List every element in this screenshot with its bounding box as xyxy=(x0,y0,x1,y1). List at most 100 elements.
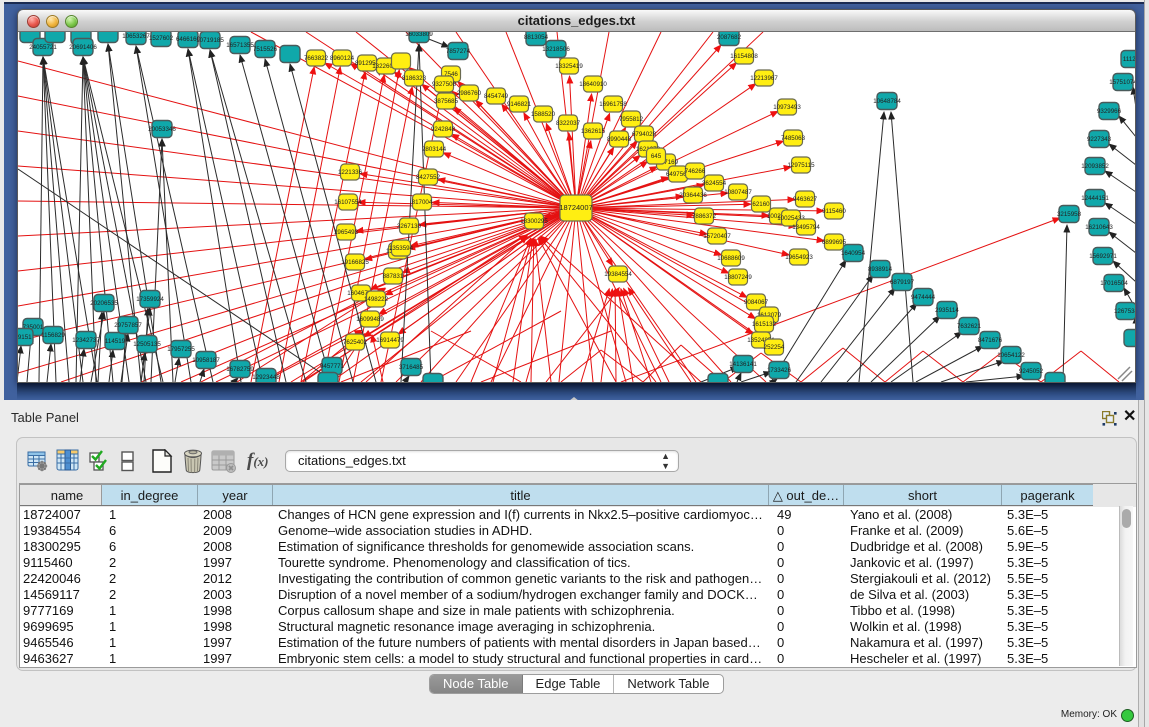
svg-text:10648784: 10648784 xyxy=(873,98,901,105)
svg-text:13218506: 13218506 xyxy=(542,46,570,53)
svg-text:15751074: 15751074 xyxy=(1109,79,1135,86)
svg-text:12505135: 12505135 xyxy=(133,341,161,348)
svg-text:114519: 114519 xyxy=(105,338,126,345)
svg-text:1588520: 1588520 xyxy=(531,111,556,118)
svg-text:7485063: 7485063 xyxy=(781,135,806,142)
svg-text:6879197: 6879197 xyxy=(890,279,915,286)
svg-text:3875685: 3875685 xyxy=(434,98,459,105)
svg-text:13325419: 13325419 xyxy=(555,63,583,70)
svg-text:9474444: 9474444 xyxy=(911,294,936,301)
svg-text:1267534: 1267534 xyxy=(1114,308,1135,315)
svg-text:8322037: 8322037 xyxy=(556,120,581,127)
svg-text:1733426: 1733426 xyxy=(767,367,792,374)
svg-text:8471676: 8471676 xyxy=(978,337,1003,344)
svg-text:10807487: 10807487 xyxy=(724,189,752,196)
svg-text:9146821: 9146821 xyxy=(507,101,532,108)
svg-text:3716485: 3716485 xyxy=(399,364,424,371)
svg-text:10654122: 10654122 xyxy=(997,352,1025,359)
svg-text:9242848: 9242848 xyxy=(431,126,456,133)
svg-text:7663822: 7663822 xyxy=(304,55,329,62)
svg-text:20206535: 20206535 xyxy=(90,300,118,307)
svg-text:746266: 746266 xyxy=(685,168,706,175)
svg-text:19166825: 19166825 xyxy=(341,259,369,266)
svg-text:13495794: 13495794 xyxy=(792,224,820,231)
svg-text:7515526: 7515526 xyxy=(253,46,278,53)
svg-text:18300295: 18300295 xyxy=(520,218,548,225)
svg-text:14136141: 14136141 xyxy=(729,361,757,368)
svg-text:1362615: 1362615 xyxy=(581,128,606,135)
svg-text:8427552: 8427552 xyxy=(416,174,441,181)
svg-text:16033809: 16033809 xyxy=(405,32,433,38)
svg-text:20364436: 20364436 xyxy=(679,192,707,199)
svg-text:11121: 11121 xyxy=(1123,56,1135,63)
svg-text:18807249: 18807249 xyxy=(724,274,752,281)
svg-text:12093852: 12093852 xyxy=(1081,163,1109,170)
svg-text:8938914: 8938914 xyxy=(868,266,893,273)
svg-text:12444151: 12444151 xyxy=(1081,195,1109,202)
svg-text:16210643: 16210643 xyxy=(1085,224,1113,231)
svg-text:10958187: 10958187 xyxy=(192,357,220,364)
svg-text:20053346: 20053346 xyxy=(148,126,176,133)
svg-text:817004: 817004 xyxy=(412,199,433,206)
svg-text:10688609: 10688609 xyxy=(717,255,745,262)
svg-text:7857274: 7857274 xyxy=(446,48,471,55)
svg-text:9463627: 9463627 xyxy=(793,196,818,203)
svg-text:8813054: 8813054 xyxy=(524,34,549,41)
svg-text:1156829: 1156829 xyxy=(41,332,65,339)
svg-text:2087682: 2087682 xyxy=(717,34,742,41)
svg-text:16961758: 16961758 xyxy=(599,101,627,108)
svg-text:16099489: 16099489 xyxy=(356,316,384,323)
svg-text:1615132: 1615132 xyxy=(752,321,777,328)
svg-text:7632621: 7632621 xyxy=(957,323,982,330)
svg-text:9227343: 9227343 xyxy=(1087,136,1112,143)
svg-text:62160: 62160 xyxy=(752,201,770,208)
svg-text:16107554: 16107554 xyxy=(334,199,362,206)
svg-text:19384554: 19384554 xyxy=(604,271,632,278)
svg-text:20691406: 20691406 xyxy=(69,44,97,51)
svg-text:645: 645 xyxy=(651,153,662,160)
svg-text:6899695: 6899695 xyxy=(822,239,847,246)
svg-text:2935114: 2935114 xyxy=(935,307,959,314)
svg-text:18724007: 18724007 xyxy=(559,203,592,212)
svg-text:12213967: 12213967 xyxy=(750,75,778,82)
svg-text:18640910: 18640910 xyxy=(579,81,607,88)
svg-text:7886372: 7886372 xyxy=(692,213,717,220)
svg-text:7955812: 7955812 xyxy=(619,116,644,123)
svg-text:1965493: 1965493 xyxy=(334,229,359,236)
svg-text:1640954: 1640954 xyxy=(841,250,866,257)
svg-text:12342737: 12342737 xyxy=(72,337,100,344)
svg-text:6794028: 6794028 xyxy=(632,131,657,138)
svg-text:9115460: 9115460 xyxy=(822,208,846,215)
svg-text:2803144: 2803144 xyxy=(422,146,447,153)
svg-text:10653267: 10653267 xyxy=(122,33,150,40)
svg-text:2986760: 2986760 xyxy=(457,90,482,97)
svg-text:17957255: 17957255 xyxy=(167,346,195,353)
svg-text:8990448: 8990448 xyxy=(607,136,632,143)
svg-text:39151: 39151 xyxy=(18,334,32,341)
svg-text:887831: 887831 xyxy=(383,273,404,280)
svg-text:7625402: 7625402 xyxy=(343,339,368,346)
svg-text:9245052: 9245052 xyxy=(1019,368,1044,375)
svg-text:9327508: 9327508 xyxy=(432,81,457,88)
svg-text:12923448: 12923448 xyxy=(252,374,280,381)
svg-text:16782759: 16782759 xyxy=(226,366,254,373)
svg-text:16154808: 16154808 xyxy=(730,53,758,60)
svg-text:15720407: 15720407 xyxy=(703,233,731,240)
svg-text:9329966: 9329966 xyxy=(1097,108,1122,115)
svg-text:1221336: 1221336 xyxy=(338,169,363,176)
svg-text:17016504: 17016504 xyxy=(1100,280,1128,287)
svg-text:1527602: 1527602 xyxy=(149,35,174,42)
svg-text:3624554: 3624554 xyxy=(702,180,727,187)
svg-text:10973493: 10973493 xyxy=(773,104,801,111)
svg-text:16914479: 16914479 xyxy=(376,337,404,344)
svg-text:8960124: 8960124 xyxy=(330,55,355,62)
svg-text:10719185: 10719185 xyxy=(196,37,224,44)
svg-text:24055721: 24055721 xyxy=(29,44,57,51)
svg-text:9457771: 9457771 xyxy=(320,363,345,370)
svg-text:1498222: 1498222 xyxy=(364,296,389,303)
svg-text:8186323: 8186323 xyxy=(402,75,427,82)
svg-text:15692971: 15692971 xyxy=(1089,253,1117,260)
svg-text:16571355: 16571355 xyxy=(226,42,254,49)
svg-text:8454749: 8454749 xyxy=(484,93,509,100)
svg-text:12975115: 12975115 xyxy=(787,162,815,169)
